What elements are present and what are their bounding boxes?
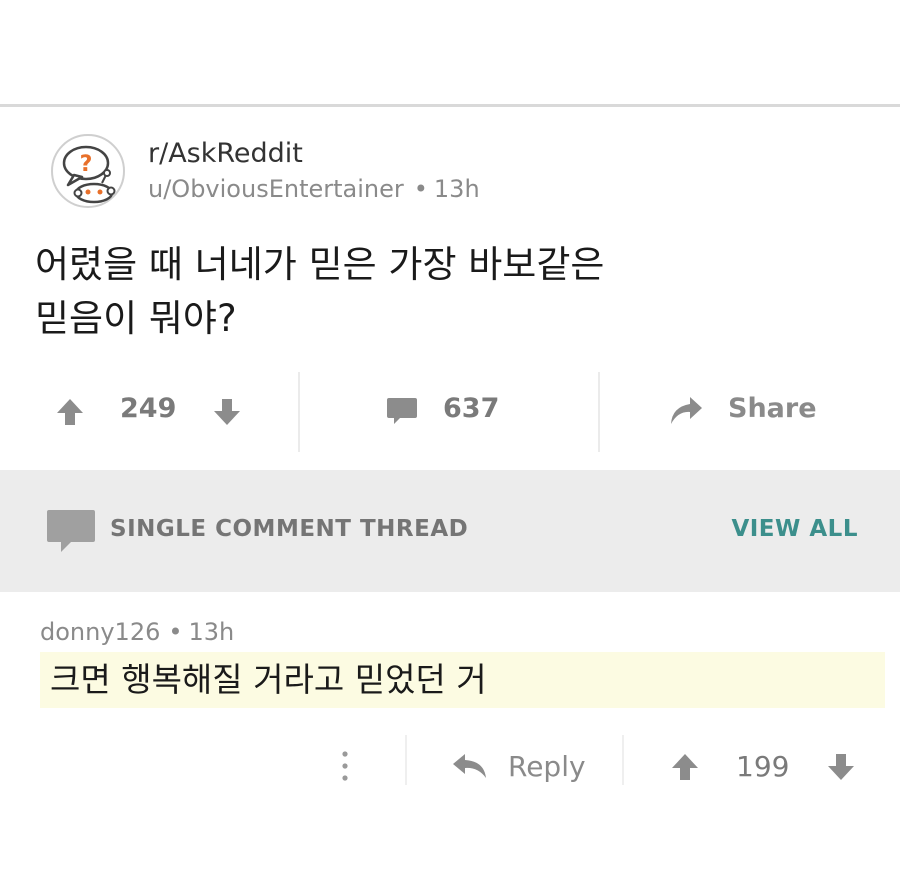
post-title-line-2: 믿음이 뭐야? — [35, 297, 237, 340]
comment-meta: donny126 • 13h — [40, 618, 234, 646]
comment-action-divider — [622, 735, 624, 785]
svg-text:?: ? — [80, 152, 93, 177]
view-all-button[interactable]: VIEW ALL — [731, 516, 858, 542]
comment-author[interactable]: donny126 — [40, 618, 160, 646]
share-button[interactable]: Share — [728, 393, 817, 424]
separator-dot: • — [413, 175, 428, 203]
share-arrow-icon[interactable] — [668, 395, 704, 427]
comment-thread-icon — [47, 510, 95, 552]
post-author[interactable]: u/ObviousEntertainer — [148, 175, 404, 203]
comment-text: 크면 행복해질 거라고 믿었던 거 — [50, 660, 487, 699]
reply-button[interactable]: Reply — [508, 750, 586, 783]
comment-bubble-icon[interactable] — [386, 396, 418, 426]
comment-age: 13h — [188, 618, 235, 646]
reply-arrow-icon[interactable] — [452, 752, 488, 780]
upvote-arrow-icon[interactable] — [55, 397, 85, 427]
single-comment-thread-label: SINGLE COMMENT THREAD — [110, 516, 469, 542]
comment-action-divider — [405, 735, 407, 785]
downvote-arrow-icon[interactable] — [212, 397, 242, 427]
post-title[interactable]: 어렸을 때 너네가 믿은 가장 바보같은 믿음이 뭐야? — [35, 238, 855, 346]
subreddit-name[interactable]: r/AskReddit — [148, 138, 303, 169]
comment-downvote-arrow-icon[interactable] — [826, 752, 856, 782]
post-comment-count[interactable]: 637 — [443, 393, 499, 424]
comment-upvote-arrow-icon[interactable] — [670, 752, 700, 782]
separator-dot: • — [168, 618, 183, 646]
more-options-icon[interactable] — [338, 748, 352, 784]
post-vote-count: 249 — [120, 393, 177, 424]
post-meta: u/ObviousEntertainer • 13h — [148, 175, 480, 203]
action-divider — [598, 372, 600, 452]
action-divider — [298, 372, 300, 452]
post-age: 13h — [433, 175, 480, 203]
subreddit-avatar-icon[interactable]: ? — [50, 133, 126, 209]
comment-vote-count: 199 — [736, 750, 790, 783]
post-title-line-1: 어렸을 때 너네가 믿은 가장 바보같은 — [35, 243, 605, 286]
top-divider — [0, 104, 900, 107]
